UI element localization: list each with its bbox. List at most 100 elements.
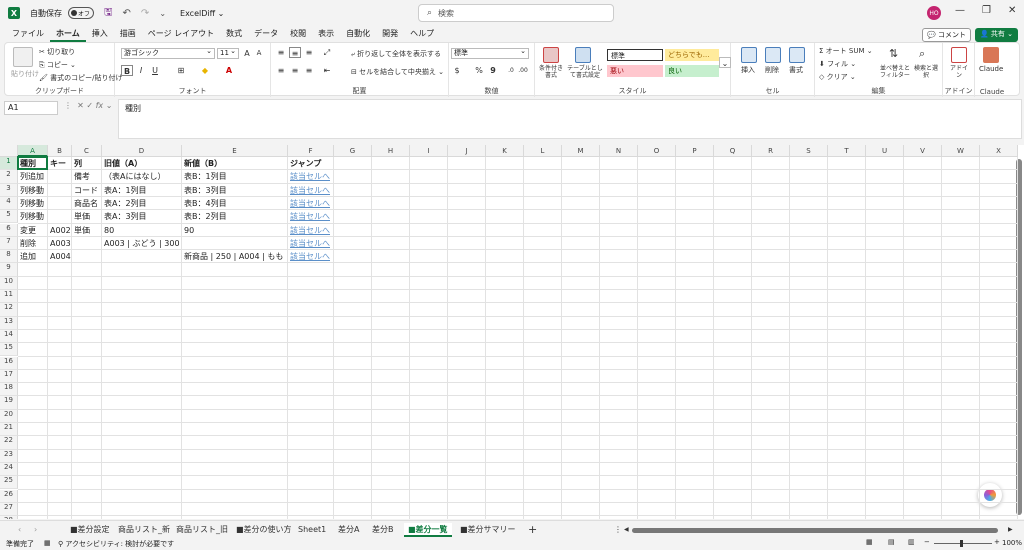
underline-button[interactable]: U bbox=[149, 65, 161, 76]
row-header[interactable]: 27 bbox=[0, 502, 18, 517]
autosum-button[interactable]: Σ オート SUM ⌄ bbox=[819, 46, 873, 56]
row-header[interactable]: 19 bbox=[0, 396, 18, 410]
row-header[interactable]: 2 bbox=[0, 170, 18, 184]
cell[interactable]: 表B：2列目 bbox=[182, 210, 288, 223]
format-as-table-button[interactable]: テーブルとして書式設定 bbox=[567, 65, 603, 79]
delete-cells-button[interactable]: 削除 bbox=[765, 65, 779, 75]
percent-button[interactable]: % bbox=[473, 65, 485, 76]
row-header[interactable]: 7 bbox=[0, 236, 18, 251]
italic-button[interactable]: I bbox=[135, 65, 147, 76]
zoom-out-icon[interactable]: − bbox=[924, 538, 930, 546]
row-header[interactable]: 6 bbox=[0, 223, 18, 237]
normal-view-icon[interactable]: ▦ bbox=[866, 538, 873, 546]
shrink-font-icon[interactable]: A bbox=[253, 48, 265, 59]
format-painter-button[interactable]: 🖌 書式のコピー/貼り付け bbox=[39, 73, 122, 83]
format-cells-button[interactable]: 書式 bbox=[789, 65, 803, 75]
accessibility-status[interactable]: ⚲ アクセシビリティ: 検討が必要です bbox=[58, 539, 174, 549]
row-header[interactable]: 25 bbox=[0, 476, 18, 490]
formula-input[interactable]: 種別 bbox=[118, 99, 1022, 139]
add-sheet-button[interactable]: + bbox=[524, 523, 541, 537]
cell[interactable]: A003 bbox=[48, 237, 92, 250]
hscroll-left-icon[interactable]: ◀ bbox=[620, 523, 633, 537]
cell[interactable]: 表B：4列目 bbox=[182, 197, 288, 210]
increase-decimal-icon[interactable]: .0 bbox=[505, 65, 517, 76]
align-bottom-icon[interactable]: ≡ bbox=[303, 47, 315, 58]
redo-icon[interactable]: ↷ bbox=[141, 8, 149, 19]
cell[interactable]: 90 bbox=[182, 224, 288, 237]
avatar[interactable]: HO bbox=[927, 6, 941, 20]
enter-icon[interactable]: ✓ bbox=[86, 101, 93, 110]
column-header[interactable]: K bbox=[486, 145, 524, 157]
comma-button[interactable]: 9 bbox=[487, 65, 499, 76]
sheet-prev-icon[interactable]: ‹ bbox=[14, 523, 25, 537]
clear-button[interactable]: ◇ クリア ⌄ bbox=[819, 72, 856, 82]
bold-button[interactable]: B bbox=[121, 65, 133, 76]
align-center-icon[interactable]: ≡ bbox=[289, 65, 301, 76]
sheet-tab[interactable]: Sheet1 bbox=[294, 523, 330, 537]
row-header[interactable]: 20 bbox=[0, 409, 18, 423]
zoom-level[interactable]: 100% bbox=[1002, 539, 1022, 547]
style-bad[interactable]: 悪い bbox=[607, 65, 663, 77]
zoom-slider-thumb[interactable] bbox=[960, 540, 963, 547]
align-right-icon[interactable]: ≡ bbox=[303, 65, 315, 76]
row-header[interactable]: 24 bbox=[0, 462, 18, 477]
column-header[interactable]: V bbox=[904, 145, 942, 157]
undo-icon[interactable]: ↶ bbox=[123, 8, 131, 19]
tab-6[interactable]: データ bbox=[248, 26, 284, 42]
column-header[interactable]: F bbox=[288, 145, 334, 157]
tab-2[interactable]: 挿入 bbox=[86, 26, 114, 42]
row-header[interactable]: 23 bbox=[0, 449, 18, 463]
sheet-tab[interactable]: 差分A bbox=[334, 523, 363, 537]
row-header[interactable]: 26 bbox=[0, 489, 18, 503]
cancel-icon[interactable]: ✕ bbox=[77, 101, 84, 110]
column-header[interactable]: W bbox=[942, 145, 980, 157]
row-header[interactable]: 13 bbox=[0, 316, 18, 330]
tab-10[interactable]: 開発 bbox=[376, 26, 404, 42]
row-header[interactable]: 22 bbox=[0, 436, 18, 450]
cell[interactable]: 該当セルへ bbox=[288, 197, 354, 210]
align-top-icon[interactable]: ≡ bbox=[275, 47, 287, 58]
conditional-format-button[interactable]: 条件付き書式 bbox=[537, 65, 565, 79]
row-header[interactable]: 5 bbox=[0, 210, 18, 224]
copilot-button[interactable] bbox=[978, 483, 1002, 507]
paste-icon[interactable] bbox=[13, 47, 33, 67]
column-header[interactable]: S bbox=[790, 145, 828, 157]
row-header[interactable]: 8 bbox=[0, 250, 18, 264]
number-format-select[interactable]: 標準 bbox=[451, 47, 529, 59]
row-header[interactable]: 3 bbox=[0, 183, 18, 197]
column-header[interactable]: D bbox=[102, 145, 182, 157]
conditional-format-icon[interactable] bbox=[543, 47, 559, 63]
wrap-text-button[interactable]: ⤶ 折り返して全体を表示する bbox=[351, 49, 441, 59]
column-header[interactable]: N bbox=[600, 145, 638, 157]
page-layout-view-icon[interactable]: ▤ bbox=[888, 538, 895, 546]
search-box[interactable]: ⌕ 検索 bbox=[418, 4, 614, 22]
format-as-table-icon[interactable] bbox=[575, 47, 591, 63]
cell[interactable]: 該当セルへ bbox=[288, 184, 354, 197]
row-header[interactable]: 15 bbox=[0, 343, 18, 357]
tab-3[interactable]: 描画 bbox=[114, 26, 142, 42]
currency-button[interactable]: $ bbox=[451, 65, 463, 76]
row-header[interactable]: 14 bbox=[0, 329, 18, 344]
find-select-button[interactable]: 検索と選択 bbox=[913, 65, 939, 79]
column-header[interactable]: M bbox=[562, 145, 600, 157]
close-icon[interactable]: ✕ bbox=[1008, 5, 1016, 16]
autosave-toggle[interactable]: オフ bbox=[68, 7, 94, 19]
row-header[interactable]: 11 bbox=[0, 290, 18, 304]
cell[interactable]: 該当セルへ bbox=[288, 170, 354, 183]
cut-button[interactable]: ✂ 切り取り bbox=[39, 47, 75, 57]
document-title[interactable]: ExcelDiff ⌄ bbox=[180, 9, 224, 18]
sort-filter-button[interactable]: 並べ替えとフィルター bbox=[879, 65, 911, 79]
fill-color-icon[interactable]: ◆ bbox=[199, 65, 211, 76]
style-standard[interactable]: 標準 bbox=[607, 49, 663, 61]
row-header[interactable]: 28 bbox=[0, 516, 18, 519]
tab-1[interactable]: ホーム bbox=[50, 26, 86, 42]
column-header[interactable]: J bbox=[448, 145, 486, 157]
cell[interactable]: 列追加 bbox=[18, 170, 68, 183]
column-header[interactable]: L bbox=[524, 145, 562, 157]
cell[interactable]: 該当セルへ bbox=[288, 250, 354, 263]
column-header[interactable]: Q bbox=[714, 145, 752, 157]
cell[interactable]: A003 | ぶどう | 300 bbox=[102, 237, 202, 250]
column-header[interactable]: P bbox=[676, 145, 714, 157]
comment-button[interactable]: 💬 コメント bbox=[922, 28, 971, 42]
find-select-icon[interactable]: ⌕ bbox=[919, 47, 925, 61]
